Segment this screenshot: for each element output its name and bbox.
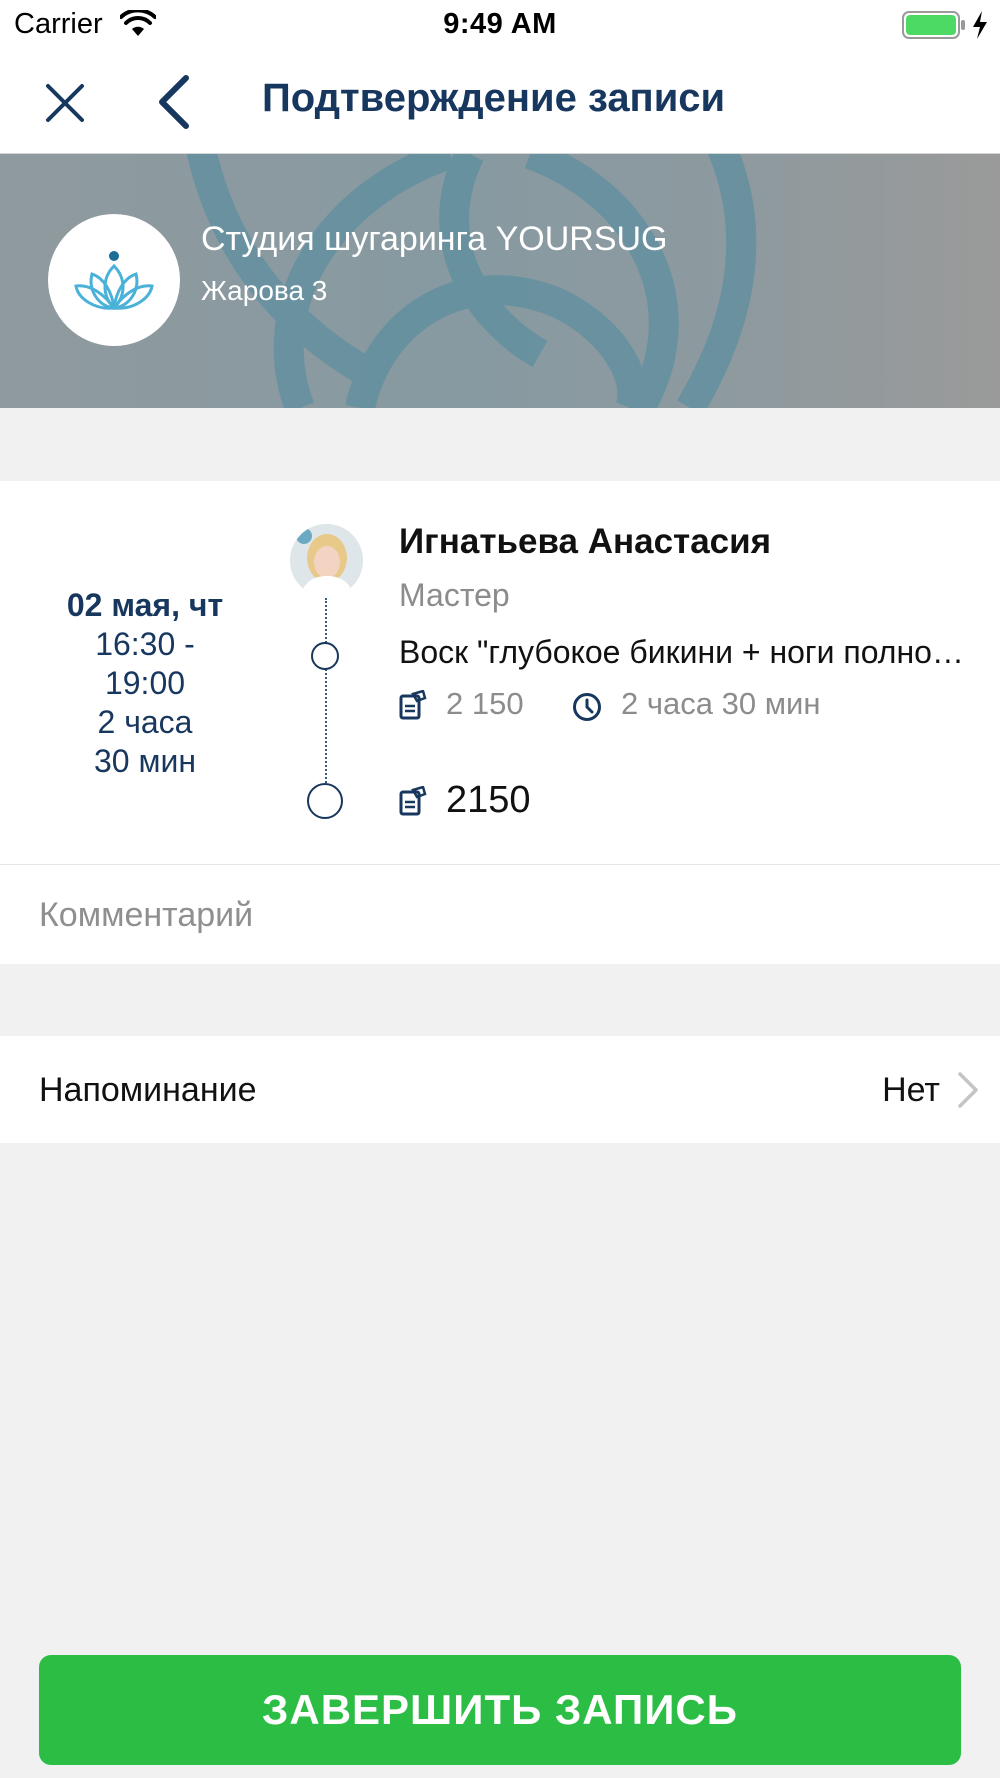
- clock-icon: [573, 693, 601, 721]
- appointment-time-start: 16:30 -: [95, 626, 195, 662]
- appointment-time-end: 19:00: [104, 665, 186, 701]
- lotus-icon: [74, 251, 154, 311]
- chevron-right-icon: [958, 1072, 978, 1108]
- page-title: Подтверждение записи: [262, 76, 726, 120]
- master-role: Мастер: [399, 577, 510, 613]
- service-price: 2 150: [446, 686, 524, 721]
- charging-bolt-icon: [973, 11, 987, 39]
- navigation-bar: Подтверждение записи: [0, 50, 1000, 154]
- master-name: Игнатьева Анастасия: [399, 522, 772, 561]
- service-duration: 2 часа 30 мин: [621, 686, 821, 721]
- status-bar: Carrier 9:49 AM: [0, 0, 1000, 50]
- service-name: Воск "глубокое бикини + ноги полностью": [399, 634, 964, 670]
- master-avatar: [290, 524, 363, 597]
- clock-label: 9:49 AM: [443, 8, 557, 40]
- comment-input[interactable]: [39, 865, 959, 965]
- appointment-duration-minutes: 30 мин: [93, 743, 197, 779]
- price-tag-icon: [399, 690, 427, 720]
- finish-booking-button[interactable]: ЗАВЕРШИТЬ ЗАПИСЬ: [39, 1655, 961, 1765]
- chevron-left-icon[interactable]: [150, 72, 200, 132]
- reminder-row[interactable]: Напоминание Нет: [0, 1036, 1000, 1143]
- reminder-label: Напоминание: [39, 1071, 257, 1109]
- price-tag-icon: [399, 786, 427, 816]
- close-icon[interactable]: [40, 78, 90, 128]
- appointment-duration-hours: 2 часа: [97, 704, 193, 740]
- appointment-datetime: 02 мая, чт 16:30 - 19:00 2 часа 30 мин: [0, 585, 290, 781]
- timeline-connector: [325, 598, 327, 798]
- studio-logo: [48, 214, 180, 346]
- total-price: 2150: [446, 779, 531, 821]
- timeline-service-dot: [311, 642, 339, 670]
- appointment-card: 02 мая, чт 16:30 - 19:00 2 часа 30 мин И…: [0, 481, 1000, 864]
- studio-address: Жарова 3: [201, 275, 328, 306]
- comment-row: [0, 864, 1000, 965]
- timeline-total-dot: [307, 783, 343, 819]
- battery-icon: [902, 11, 965, 39]
- appointment-date: 02 мая, чт: [66, 587, 224, 623]
- reminder-value: Нет: [882, 1071, 940, 1109]
- studio-name: Студия шугаринга YOURSUG: [201, 220, 668, 258]
- studio-banner: Студия шугаринга YOURSUG Жарова 3: [0, 154, 1000, 408]
